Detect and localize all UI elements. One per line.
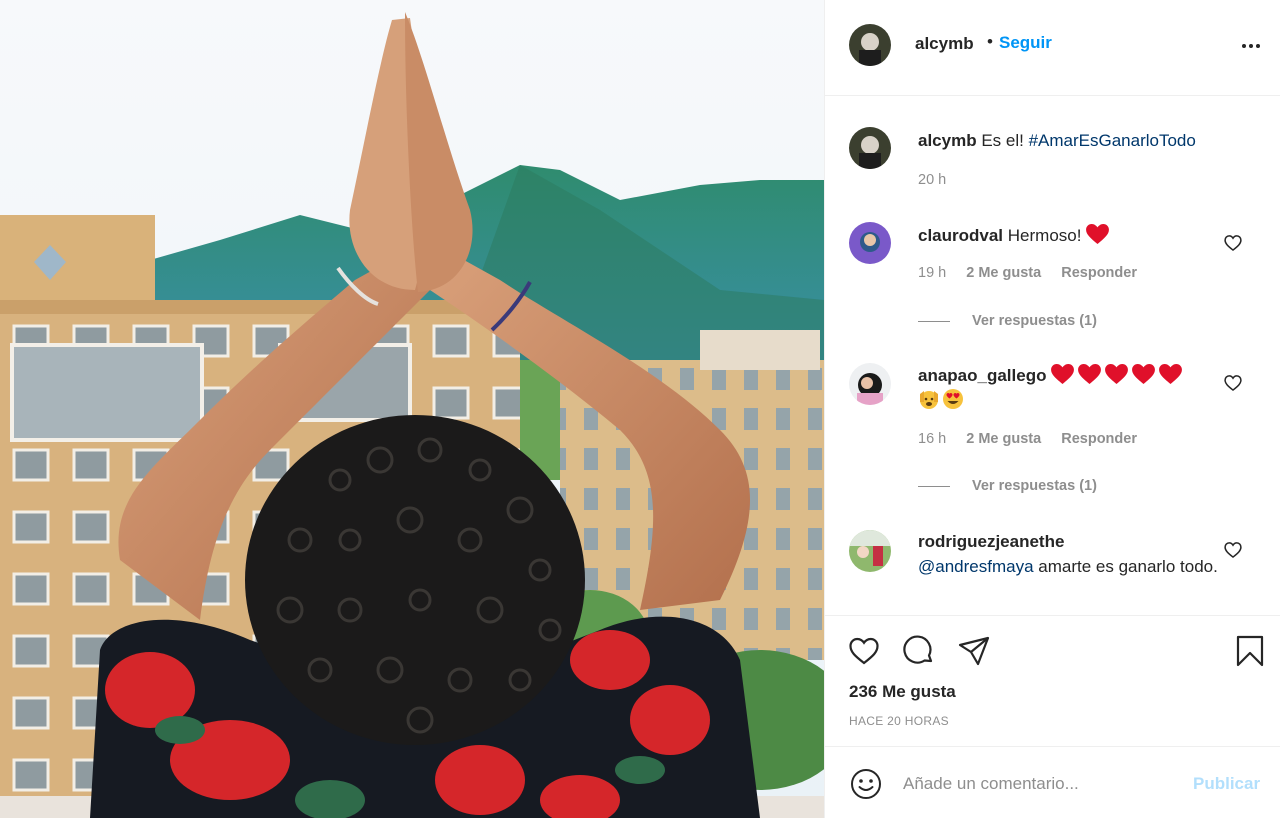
replies-divider xyxy=(918,320,950,322)
post-image xyxy=(0,0,824,818)
caption: alcymb Es el! #AmarEsGanarloTodo 20 h xyxy=(825,97,1280,207)
red-heart-emoji xyxy=(1078,364,1102,384)
share-icon[interactable] xyxy=(957,634,991,668)
comment-input[interactable] xyxy=(903,767,1173,801)
emoji-picker-icon[interactable] xyxy=(849,767,883,801)
comments-list[interactable]: alcymb Es el! #AmarEsGanarloTodo 20 h cl… xyxy=(825,97,1280,615)
publish-button[interactable]: Publicar xyxy=(1193,774,1260,794)
heart-emoji-group xyxy=(1051,364,1186,385)
comment-username[interactable]: anapao_gallego xyxy=(918,366,1046,385)
comment-likes[interactable]: 2 Me gusta xyxy=(966,265,1041,281)
post-side-panel: alcymb • Seguir alcymb Es el! #AmarEsGan… xyxy=(824,0,1280,818)
red-heart-emoji xyxy=(1159,364,1183,384)
comment-text: anapao_gallego xyxy=(918,363,1231,413)
commenter-avatar[interactable] xyxy=(849,530,891,572)
red-heart-emoji xyxy=(1132,364,1156,384)
separator-dot: • xyxy=(987,32,993,51)
view-replies-label: Ver respuestas (1) xyxy=(972,313,1097,329)
caption-text: alcymb Es el! #AmarEsGanarloTodo xyxy=(918,128,1231,153)
comment-likes[interactable]: 2 Me gusta xyxy=(966,431,1041,447)
follow-button[interactable]: Seguir xyxy=(999,33,1052,53)
caption-hashtag[interactable]: #AmarEsGanarloTodo xyxy=(1029,131,1196,150)
caption-avatar[interactable] xyxy=(849,127,891,169)
heart-eyes-face-emoji xyxy=(943,389,963,409)
face-emoji-group xyxy=(918,389,966,410)
comment-item: claurodval Hermoso! 19 h 2 Me gusta Resp… xyxy=(825,207,1280,347)
comment-mention[interactable]: @andresfmaya xyxy=(918,557,1034,576)
comment-like-icon[interactable] xyxy=(1223,540,1243,560)
post-photo[interactable] xyxy=(0,0,824,818)
caption-meta: 20 h xyxy=(918,172,962,188)
comment-item: anapao_gallego 16 h 2 Me gusta Responder… xyxy=(825,347,1280,512)
post-header: alcymb • Seguir xyxy=(825,0,1280,96)
replies-divider xyxy=(918,485,950,487)
post-actions: 236 Me gusta HACE 20 HORAS xyxy=(825,615,1280,745)
author-username[interactable]: alcymb xyxy=(915,34,974,54)
view-replies-label: Ver respuestas (1) xyxy=(972,478,1097,494)
comment-icon[interactable] xyxy=(902,634,936,668)
view-replies-button[interactable]: Ver respuestas (1) xyxy=(918,478,1097,494)
comment-username[interactable]: rodriguezjeanethe xyxy=(918,532,1064,551)
comment-body: amarte es ganarlo todo. xyxy=(1038,557,1218,576)
red-heart-emoji xyxy=(1051,364,1075,384)
comment-text: claurodval Hermoso! xyxy=(918,223,1231,248)
view-replies-button[interactable]: Ver respuestas (1) xyxy=(918,313,1097,329)
heart-icon[interactable] xyxy=(847,634,881,668)
comment-like-icon[interactable] xyxy=(1223,233,1243,253)
comment-body: Hermoso! xyxy=(1007,226,1082,245)
caption-body: Es el! xyxy=(981,131,1024,150)
comment-meta: 19 h 2 Me gusta Responder xyxy=(918,265,1153,281)
reply-button[interactable]: Responder xyxy=(1061,265,1137,281)
post-timestamp[interactable]: HACE 20 HORAS xyxy=(849,714,949,728)
comment-meta: 16 h 2 Me gusta Responder xyxy=(918,431,1153,447)
author-avatar[interactable] xyxy=(849,24,891,66)
comment-text: rodriguezjeanethe @andresfmaya amarte es… xyxy=(918,529,1231,579)
caption-time[interactable]: 20 h xyxy=(918,172,946,188)
red-heart-emoji xyxy=(1105,364,1129,384)
raising-hands-face-emoji xyxy=(920,391,938,409)
comment-composer: Publicar xyxy=(825,746,1280,818)
comment-time[interactable]: 19 h xyxy=(918,265,946,281)
more-horizontal-icon[interactable] xyxy=(1239,34,1263,58)
comment-time[interactable]: 16 h xyxy=(918,431,946,447)
comment-username[interactable]: claurodval xyxy=(918,226,1003,245)
comment-item: rodriguezjeanethe @andresfmaya amarte es… xyxy=(825,512,1280,615)
red-heart-emoji xyxy=(1086,224,1110,244)
like-count[interactable]: 236 Me gusta xyxy=(849,682,956,702)
commenter-avatar[interactable] xyxy=(849,363,891,405)
bookmark-icon[interactable] xyxy=(1233,634,1267,668)
comment-like-icon[interactable] xyxy=(1223,373,1243,393)
caption-username[interactable]: alcymb xyxy=(918,131,977,150)
reply-button[interactable]: Responder xyxy=(1061,431,1137,447)
commenter-avatar[interactable] xyxy=(849,222,891,264)
